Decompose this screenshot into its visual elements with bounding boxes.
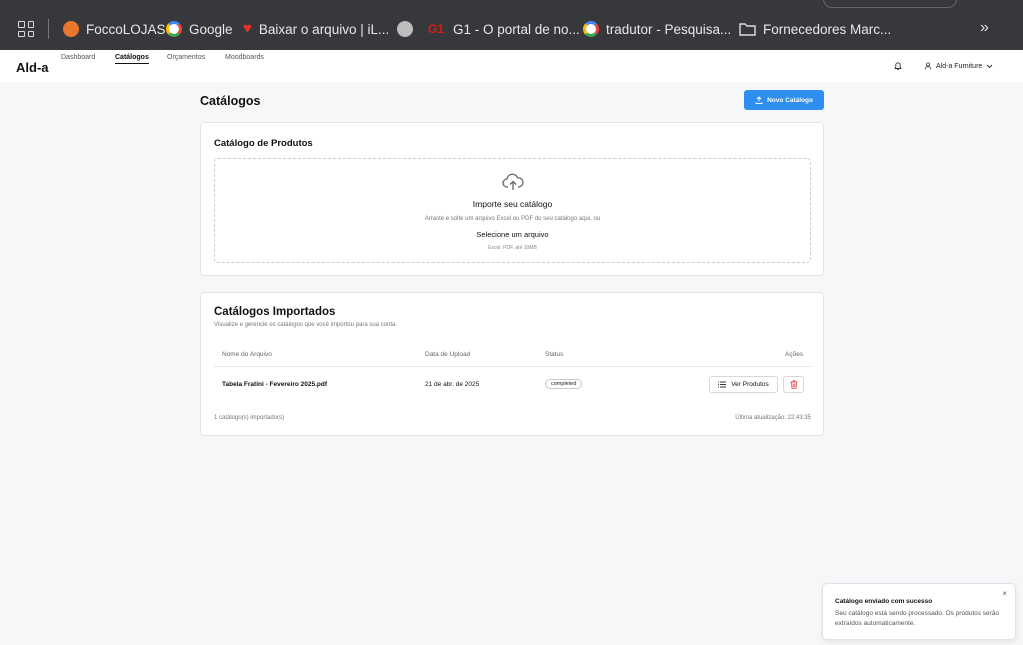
toolbar-edge [823, 0, 957, 8]
nav-link-dashboard[interactable]: Dashboard [61, 54, 95, 61]
new-catalog-label: Novo Catálogo [767, 96, 813, 104]
bookmark-globe[interactable] [397, 20, 413, 38]
bookmarks-bar: FoccoLOJAS Google ♥ Baixar o arquivo | i… [0, 0, 1023, 50]
bookmarks-divider [48, 19, 49, 39]
bell-icon[interactable] [893, 61, 903, 71]
more-bookmarks-button[interactable]: » [980, 19, 989, 37]
bookmark-label: G1 - O portal de no... [453, 21, 580, 37]
bookmark-fornecedores[interactable]: Fornecedores Marc... [739, 20, 891, 38]
upload-card: Catálogo de Produtos Importe seu catálog… [200, 122, 824, 276]
view-products-label: Ver Produtos [731, 381, 769, 388]
bookmark-label: Google [189, 21, 233, 37]
imported-subtitle: Visualize e gerencie os catálogos que vo… [214, 322, 398, 328]
file-types-note: Excel, PDF, até 10MB [488, 245, 537, 251]
user-menu[interactable]: Ald-a Furniture [924, 62, 993, 70]
upload-date: 21 de abr. de 2025 [425, 381, 480, 388]
toast-message: Seu catálogo está sendo processado. Os p… [835, 610, 1000, 627]
file-dropzone[interactable]: Importe seu catálogo Arraste e solte um … [214, 158, 811, 263]
upload-icon [755, 96, 763, 104]
delete-catalog-button[interactable] [783, 376, 804, 393]
bookmark-label: Baixar o arquivo | iL... [258, 21, 390, 37]
focco-logo-icon [63, 21, 79, 37]
dropzone-subtitle: Arraste e solte um arquivo Excel ou PDF … [424, 216, 601, 222]
bookmark-tradutor[interactable]: tradutor - Pesquisa... [583, 20, 731, 38]
imported-catalogs-card: Catálogos Importados Visualize e gerenci… [200, 292, 824, 436]
trash-icon [790, 380, 797, 389]
catalog-count: 1 catálogo(s) importado(s) [214, 415, 285, 421]
nav-link-moodboards[interactable]: Moodboards [225, 54, 264, 61]
bookmark-label: Fornecedores Marc... [763, 21, 892, 37]
column-header-status: Status [545, 351, 564, 358]
imported-title: Catálogos Importados [214, 306, 336, 318]
nav-link-catalogos[interactable]: Catálogos [115, 54, 149, 64]
chevron-down-icon [986, 64, 993, 68]
apps-grid-icon[interactable] [18, 21, 34, 37]
bookmark-google[interactable]: Google [166, 20, 233, 38]
bookmark-foccolojas[interactable]: FoccoLOJAS [63, 20, 166, 38]
bookmark-ilovepdf[interactable]: ♥ Baixar o arquivo | iL... [243, 20, 389, 38]
list-icon [718, 381, 727, 388]
toast-title: Catálogo enviado com sucesso [835, 598, 933, 605]
g1-logo-icon: G1 [428, 22, 445, 36]
app-navbar: Ald-a Dashboard Catálogos Orçamentos Moo… [0, 50, 1023, 82]
bookmark-g1[interactable]: G1 G1 - O portal de no... [428, 20, 580, 38]
column-header-actions: Ações [785, 351, 804, 358]
table-header-divider [214, 366, 811, 367]
view-products-button[interactable]: Ver Produtos [709, 376, 778, 393]
ilovepdf-heart-icon: ♥ [243, 20, 252, 37]
upload-card-title: Catálogo de Produtos [214, 138, 313, 149]
status-badge: completed [545, 379, 583, 389]
dropzone-title: Importe seu catálogo [472, 199, 553, 209]
google-logo-icon [583, 21, 599, 37]
file-name: Tabela Fratini - Fevereiro 2025.pdf [222, 381, 327, 388]
app-logo[interactable]: Ald-a [16, 60, 49, 75]
column-header-name: Nome do Arquivo [222, 351, 272, 358]
folder-icon [739, 23, 756, 36]
user-icon [924, 62, 932, 70]
page-title: Catálogos [200, 94, 261, 108]
close-icon[interactable]: × [1002, 589, 1007, 598]
google-logo-icon [166, 21, 182, 37]
select-file-link[interactable]: Selecione um arquivo [215, 230, 810, 239]
column-header-date: Data de Upload [425, 351, 471, 358]
user-name: Ald-a Furniture [936, 62, 983, 70]
last-updated: Última atualização: 22:43:35 [735, 415, 811, 421]
globe-icon [397, 21, 413, 37]
new-catalog-button[interactable]: Novo Catálogo [744, 90, 824, 110]
bookmark-label: tradutor - Pesquisa... [606, 21, 732, 37]
success-toast: × Catálogo enviado com sucesso Seu catál… [822, 583, 1016, 640]
bookmark-label: FoccoLOJAS [86, 21, 166, 37]
nav-link-orcamentos[interactable]: Orçamentos [167, 54, 205, 61]
cloud-upload-icon [502, 173, 524, 190]
